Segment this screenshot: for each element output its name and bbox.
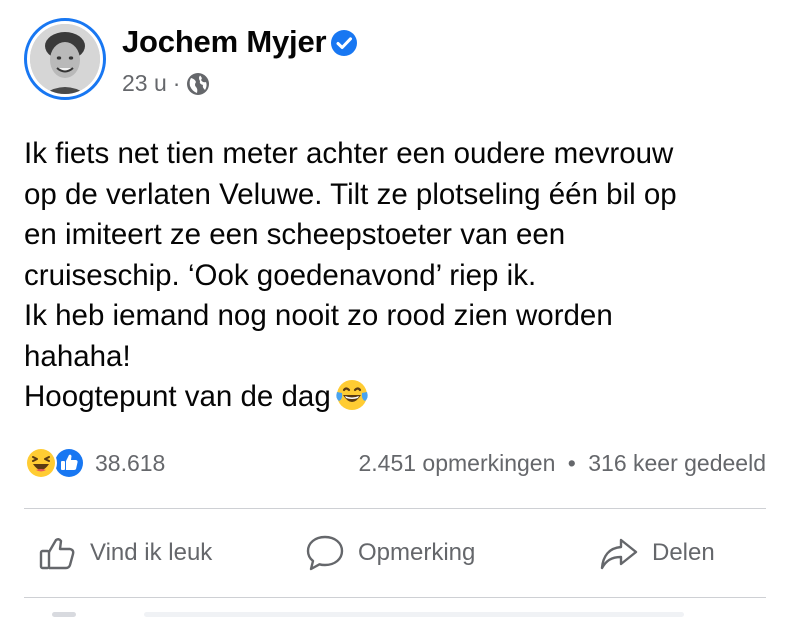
post-text-line: en imiteert ze een scheepstoeter van een [24,218,566,251]
like-button-label: Vind ik leuk [90,539,213,566]
comment-button-label: Opmerking [358,539,476,566]
share-button[interactable]: Delen [598,532,715,574]
divider [24,597,766,598]
comment-count[interactable]: 2.451 opmerkingen [358,450,555,476]
post-text-line: Ik fiets net tien meter achter een ouder… [24,137,674,170]
haha-reaction-icon [25,447,57,479]
comment-icon [306,535,344,571]
author-photo [30,24,100,94]
tears-of-joy-emoji-icon [336,380,368,410]
reaction-summary[interactable]: 38.618 [24,446,165,480]
share-arrow-icon [600,538,638,570]
post-text-line: hahaha! [24,339,131,373]
post-text-line: Hoogtepunt van de dag [24,380,331,413]
post-stats: 2.451 opmerkingen • 316 keer gedeeld [358,450,766,477]
share-button-label: Delen [652,539,715,566]
comment-button[interactable]: Opmerking [304,532,475,574]
post-text-line: cruiseschip. ‘Ook goedenavond’ riep ik. [24,258,537,292]
verified-badge-icon [331,30,357,56]
post-text-line-last: Hoogtepunt van de dag [24,377,774,418]
meta-separator: · [172,70,181,96]
post-text: Ik fiets net tien meter achter een ouder… [24,134,774,418]
comment-composer[interactable] [144,612,684,617]
like-button[interactable]: Vind ik leuk [36,532,212,574]
thumbs-up-icon [39,538,75,570]
post-time[interactable]: 23 u [122,70,167,97]
post-text-line: op de verlaten Veluwe. Tilt ze plotselin… [24,177,677,211]
reaction-count: 38.618 [95,449,166,476]
post-text-line: Ik heb iemand nog nooit zo rood zien wor… [24,299,613,332]
stats-separator: • [567,450,576,476]
commenter-avatar [52,612,76,617]
share-count[interactable]: 316 keer gedeeld [588,450,766,476]
globe-icon[interactable] [186,72,210,96]
author-avatar[interactable] [24,18,106,100]
divider [24,508,766,509]
author-name[interactable]: Jochem Myjer [122,24,327,60]
post-meta: 23 u · [122,70,210,97]
